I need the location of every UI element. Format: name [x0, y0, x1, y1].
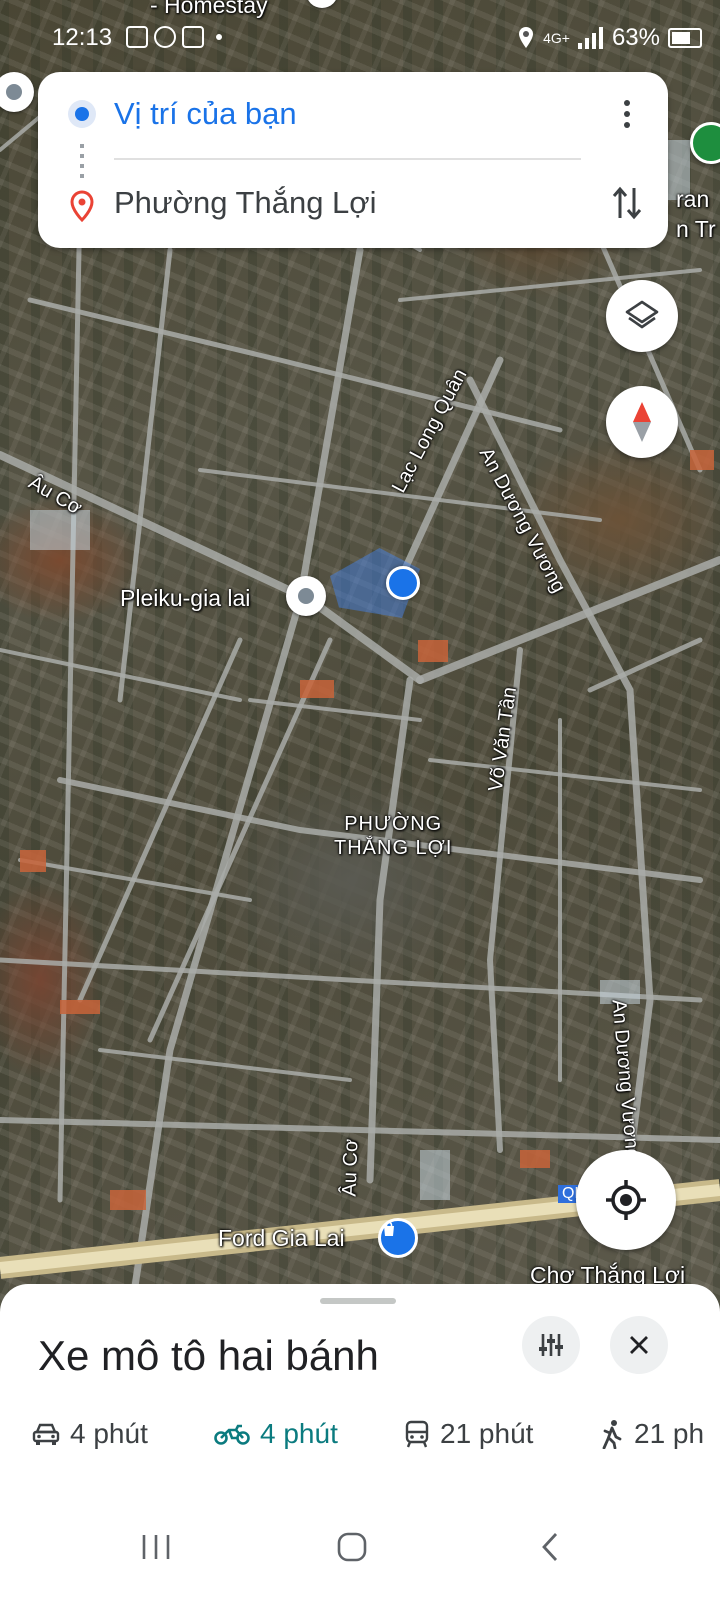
- my-location-dot[interactable]: [386, 566, 420, 600]
- status-bar: 12:13 4G+ 63%: [0, 18, 720, 58]
- divider: [114, 158, 581, 160]
- my-location-icon: [606, 1180, 646, 1220]
- poi-label-pleiku[interactable]: Pleiku-gia lai: [120, 585, 250, 612]
- mode-driving[interactable]: 4 phút: [32, 1418, 148, 1450]
- district-label-line: PHƯỜNG: [344, 813, 443, 835]
- app-notification-icon: [154, 26, 176, 48]
- news-app-icon: [126, 26, 148, 48]
- destination-field[interactable]: Phường Thắng Lợi: [114, 185, 377, 221]
- mode-duration: 4 phút: [260, 1418, 338, 1449]
- tune-icon: [539, 1334, 563, 1356]
- origin-field[interactable]: Vị trí của bạn: [114, 96, 297, 132]
- poi-label-ford[interactable]: Ford Gia Lai: [218, 1225, 345, 1252]
- back-icon: [542, 1533, 558, 1561]
- travel-mode-title: Xe mô tô hai bánh: [38, 1332, 379, 1379]
- district-label-line: THẮNG LỢI: [334, 837, 453, 859]
- layers-icon: [625, 300, 659, 329]
- poi-label[interactable]: - Homestay: [150, 0, 268, 19]
- location-status-icon: [519, 27, 534, 48]
- car-icon: [32, 1423, 60, 1445]
- recenter-button[interactable]: [576, 1150, 676, 1250]
- mode-duration: 21 phút: [440, 1418, 534, 1449]
- poi-pin-pleiku[interactable]: [286, 576, 326, 616]
- route-options-button[interactable]: [522, 1316, 580, 1374]
- mode-transit[interactable]: 21 phút: [404, 1418, 533, 1450]
- district-label: PHƯỜNG THẮNG LỢI: [334, 812, 452, 860]
- battery-percent: 63%: [611, 24, 660, 51]
- compass-button[interactable]: [606, 386, 678, 458]
- back-button[interactable]: [520, 1522, 580, 1572]
- mode-motorbike[interactable]: 4 phút: [214, 1418, 338, 1450]
- poi-shopping-bag-icon[interactable]: [378, 1218, 418, 1258]
- mode-duration: 21 ph: [634, 1418, 705, 1449]
- destination-pin-icon: [70, 190, 94, 222]
- battery-icon: [668, 28, 702, 48]
- motorbike-icon: [214, 1424, 250, 1445]
- layers-button[interactable]: [606, 280, 678, 352]
- travel-modes: 4 phút 4 phút 21 phút 21 ph: [0, 1418, 720, 1460]
- more-notifications-dot: [216, 34, 222, 40]
- transit-icon: [405, 1420, 429, 1448]
- street-label: Âu Cơ: [338, 1138, 363, 1197]
- home-icon: [337, 1532, 367, 1562]
- signal-icon: [577, 27, 603, 49]
- origin-dot-icon: [68, 100, 96, 128]
- close-button[interactable]: [610, 1316, 668, 1374]
- notification-icons: [126, 26, 222, 48]
- walk-icon: [602, 1420, 622, 1449]
- more-options-icon[interactable]: [622, 100, 632, 133]
- compass-icon: [633, 402, 651, 442]
- mode-walking[interactable]: 21 ph: [600, 1418, 704, 1450]
- shopping-app-icon: [182, 26, 204, 48]
- system-status: 4G+ 63%: [517, 24, 702, 52]
- recent-apps-icon: [142, 1535, 170, 1559]
- drag-handle[interactable]: [320, 1298, 396, 1304]
- recent-apps-button[interactable]: [126, 1522, 186, 1572]
- status-time: 12:13: [52, 24, 113, 51]
- mode-duration: 4 phút: [70, 1418, 148, 1449]
- swap-icon[interactable]: [612, 184, 642, 222]
- home-button[interactable]: [322, 1522, 382, 1572]
- directions-card: Vị trí của bạn Phường Thắng Lợi: [38, 72, 668, 248]
- network-type: 4G+: [543, 30, 570, 46]
- poi-label[interactable]: n Tr: [676, 216, 716, 243]
- system-navigation-bar: [0, 1498, 720, 1600]
- close-icon: [630, 1336, 648, 1354]
- route-connector: [80, 144, 84, 182]
- poi-label[interactable]: ran: [676, 186, 709, 213]
